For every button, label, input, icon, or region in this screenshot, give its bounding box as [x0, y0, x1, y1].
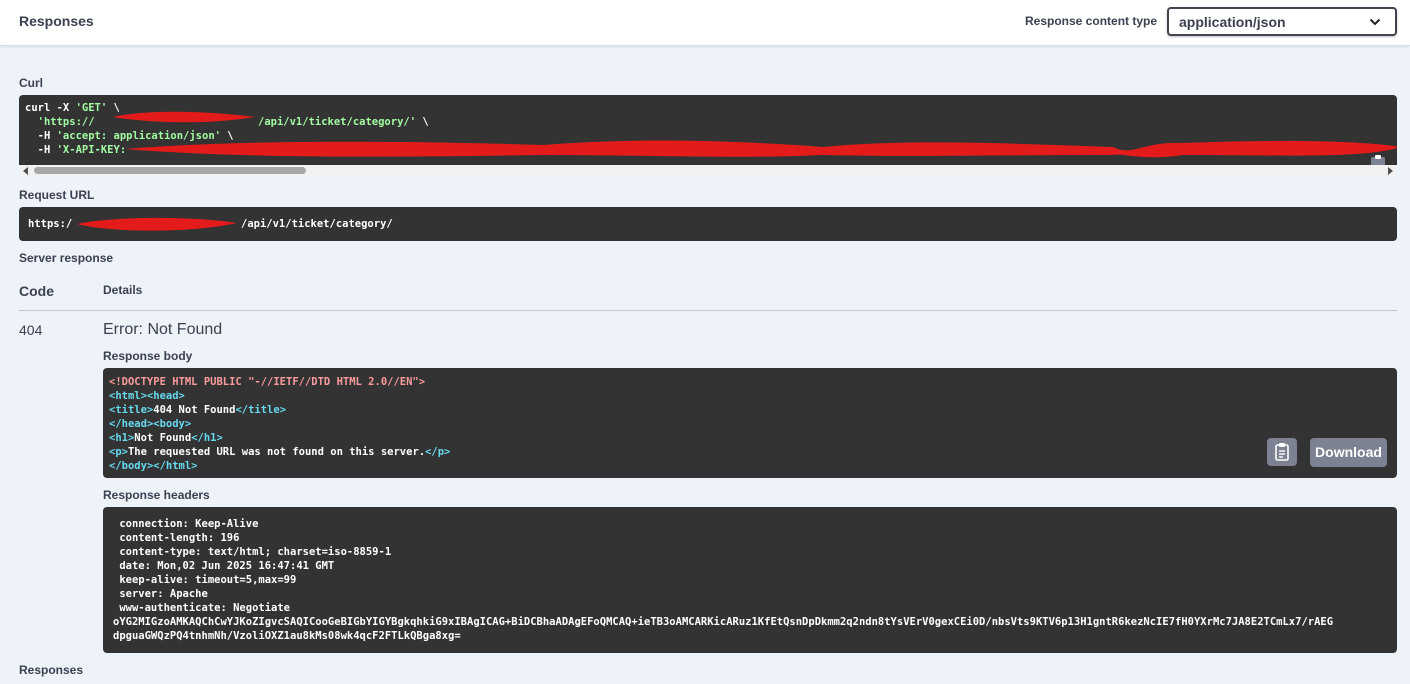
table-divider — [19, 310, 1397, 311]
request-url-prefix: https:/ — [28, 218, 73, 230]
response-content-type-select[interactable]: application/json — [1167, 7, 1397, 36]
scroll-left-arrow-icon[interactable] — [23, 167, 28, 175]
scrollbar-thumb[interactable] — [34, 167, 306, 174]
response-body-block[interactable]: <!DOCTYPE HTML PUBLIC "-//IETF//DTD HTML… — [103, 368, 1397, 478]
responses-header: Responses Response content type applicat… — [0, 0, 1410, 46]
curl-line-2-prefix: 'https:// — [25, 116, 95, 128]
copy-response-body-button[interactable] — [1267, 438, 1297, 466]
curl-line-4: -H 'X-API-KEY: — [25, 144, 127, 156]
request-url-label: Request URL — [19, 188, 95, 202]
responses-title: Responses — [19, 13, 94, 29]
response-body-label: Response body — [103, 349, 193, 363]
response-header-line: server: Apache — [113, 588, 208, 600]
download-button[interactable]: Download — [1310, 438, 1387, 467]
error-message: Error: Not Found — [103, 321, 223, 338]
clipboard-icon — [1275, 443, 1289, 461]
body-p-line: <p>The requested URL was not found on th… — [109, 446, 451, 458]
redaction-mark — [113, 111, 255, 123]
scroll-right-arrow-icon[interactable] — [1388, 167, 1393, 175]
body-head-body: </head><body> — [109, 418, 192, 430]
response-header-line: connection: Keep-Alive — [113, 518, 259, 530]
curl-line-1: curl -X 'GET' \ — [25, 102, 120, 114]
response-header-line: keep-alive: timeout=5,max=99 — [113, 574, 297, 586]
response-headers-label: Response headers — [103, 488, 210, 502]
response-header-line: date: Mon,02 Jun 2025 16:47:41 GMT — [113, 560, 335, 572]
response-header-line: www-authenticate: Negotiate — [113, 602, 291, 614]
body-title-line: <title>404 Not Found</title> — [109, 404, 287, 416]
response-headers-block[interactable]: connection: Keep-Alive content-length: 1… — [103, 507, 1397, 653]
status-code: 404 — [19, 322, 43, 338]
server-response-label: Server response — [19, 251, 114, 265]
code-column-header: Code — [19, 283, 54, 299]
curl-label: Curl — [19, 76, 43, 90]
response-header-line: oYG2MIGzoAMKAQChCwYJKoZIgvcSAQICooGeBIGb… — [113, 616, 1334, 628]
details-column-header: Details — [103, 283, 143, 297]
body-html-head: <html><head> — [109, 390, 185, 402]
body-h1-line: <h1>Not Found</h1> — [109, 432, 223, 444]
request-url-block[interactable]: https:/ /api/v1/ticket/category/ — [19, 207, 1397, 241]
responses-footer-label: Responses — [19, 663, 84, 677]
response-header-line: content-length: 196 — [113, 532, 240, 544]
body-doctype: <!DOCTYPE HTML PUBLIC "-//IETF//DTD HTML… — [109, 376, 426, 388]
clipboard-icon[interactable] — [1368, 155, 1390, 165]
redaction-mark-url — [77, 217, 237, 231]
response-header-line: content-type: text/html; charset=iso-885… — [113, 546, 392, 558]
curl-code-block[interactable]: curl -X 'GET' \ 'https:// /api/v1/ticket… — [19, 95, 1397, 165]
request-url-suffix: /api/v1/ticket/category/ — [241, 218, 393, 230]
body-close-line: </body></html> — [109, 460, 198, 472]
curl-line-2-suffix: /api/v1/ticket/category/' \ — [258, 116, 429, 128]
response-content-type-label: Response content type — [1025, 14, 1158, 28]
response-content-type-value: application/json — [1179, 14, 1286, 30]
curl-horizontal-scrollbar[interactable] — [19, 165, 1397, 177]
chevron-down-icon — [1369, 18, 1381, 26]
redaction-mark-apikey — [125, 140, 1397, 158]
response-header-line: dpguaGWQzPQ4tnhmNh/VzoliOXZ1au8kMs08wk4q… — [113, 630, 461, 642]
